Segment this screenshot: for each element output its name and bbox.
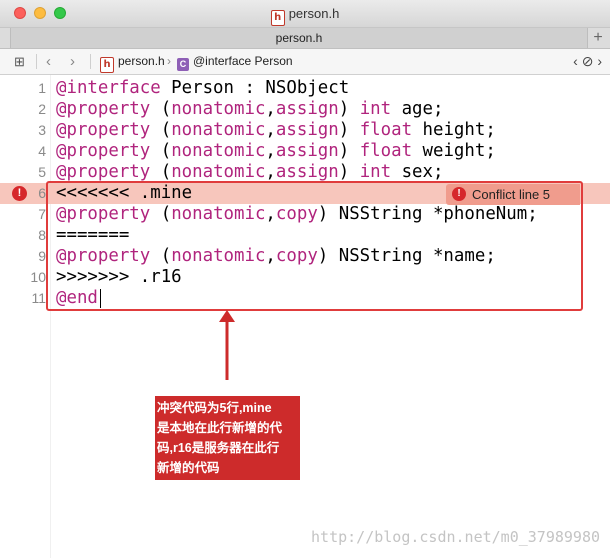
divider (36, 54, 37, 69)
code-line[interactable]: 5 @property (nonatomic,assign) int sex; (0, 162, 610, 183)
jumpbar-symbol[interactable]: C @interface Person (177, 49, 293, 74)
line-number: 4 (38, 143, 46, 159)
code-text: @property (nonatomic,assign) float heigh… (56, 120, 496, 140)
code-text: @property (nonatomic,assign) float weigh… (56, 141, 496, 161)
line-number: 10 (30, 269, 46, 285)
conflict-highlight-box (46, 181, 583, 311)
grid-icon[interactable]: ⊞ (14, 49, 25, 74)
line-number: 9 (38, 248, 46, 264)
annotation-line: 是本地在此行新增的代 (157, 421, 283, 435)
text-cursor (100, 289, 101, 308)
issue-navigator-controls[interactable]: ‹ ⊘ › (573, 49, 602, 74)
chevron-left-icon[interactable]: ‹ (46, 49, 51, 74)
code-text: @property (nonatomic,assign) int age; (56, 99, 444, 119)
code-line[interactable]: 1 @interface Person : NSObject (0, 78, 610, 99)
annotation-line: 码,r16是服务器在此行 (157, 441, 280, 455)
jumpbar-symbol-label: @interface Person (193, 54, 293, 68)
line-number: 11 (31, 290, 46, 306)
line-number: 7 (38, 206, 46, 222)
code-line[interactable]: 4 @property (nonatomic,assign) float weig… (0, 141, 610, 162)
jumpbar-file[interactable]: h person.h (100, 49, 165, 74)
watermark: http://blog.csdn.net/m0_37989980 (311, 528, 600, 546)
annotation-line: 冲突代码为5行,mine (157, 401, 272, 415)
tab-bar: person.h + (0, 28, 610, 49)
header-file-icon: h (270, 10, 285, 26)
jump-bar: ⊞ ‹ › h person.h › C @interface Person ‹ ⊘… (0, 49, 610, 75)
line-number: 6 (38, 185, 46, 201)
class-icon: C (177, 58, 189, 71)
title-bar: h person.h (0, 0, 610, 28)
annotation-note: 冲突代码为5行,mine 是本地在此行新增的代 码,r16是服务器在此行 新增的代码 (155, 396, 300, 480)
code-text: @interface Person : NSObject (56, 78, 350, 98)
line-number: 5 (38, 164, 46, 180)
chevron-right-icon[interactable]: › (70, 49, 75, 74)
breadcrumb-separator-icon: › (167, 54, 171, 68)
code-text: @property (nonatomic,assign) int sex; (56, 162, 444, 182)
line-number: 3 (38, 122, 46, 138)
window-title-text: person.h (288, 6, 340, 21)
tab-person-h[interactable]: person.h (10, 28, 588, 48)
line-number: 8 (38, 227, 46, 243)
code-line[interactable]: 3 @property (nonatomic,assign) float heig… (0, 120, 610, 141)
annotation-arrow (219, 310, 235, 380)
window-title: h person.h (0, 6, 610, 26)
code-line[interactable]: 2 @property (nonatomic,assign) int age; (0, 99, 610, 120)
jumpbar-file-label: person.h (118, 54, 165, 68)
header-file-icon: h (100, 57, 114, 73)
line-number: 1 (38, 80, 46, 96)
add-tab-button[interactable]: + (590, 28, 606, 48)
line-number: 2 (38, 101, 46, 117)
annotation-line: 新增的代码 (157, 461, 220, 475)
divider (90, 54, 91, 69)
